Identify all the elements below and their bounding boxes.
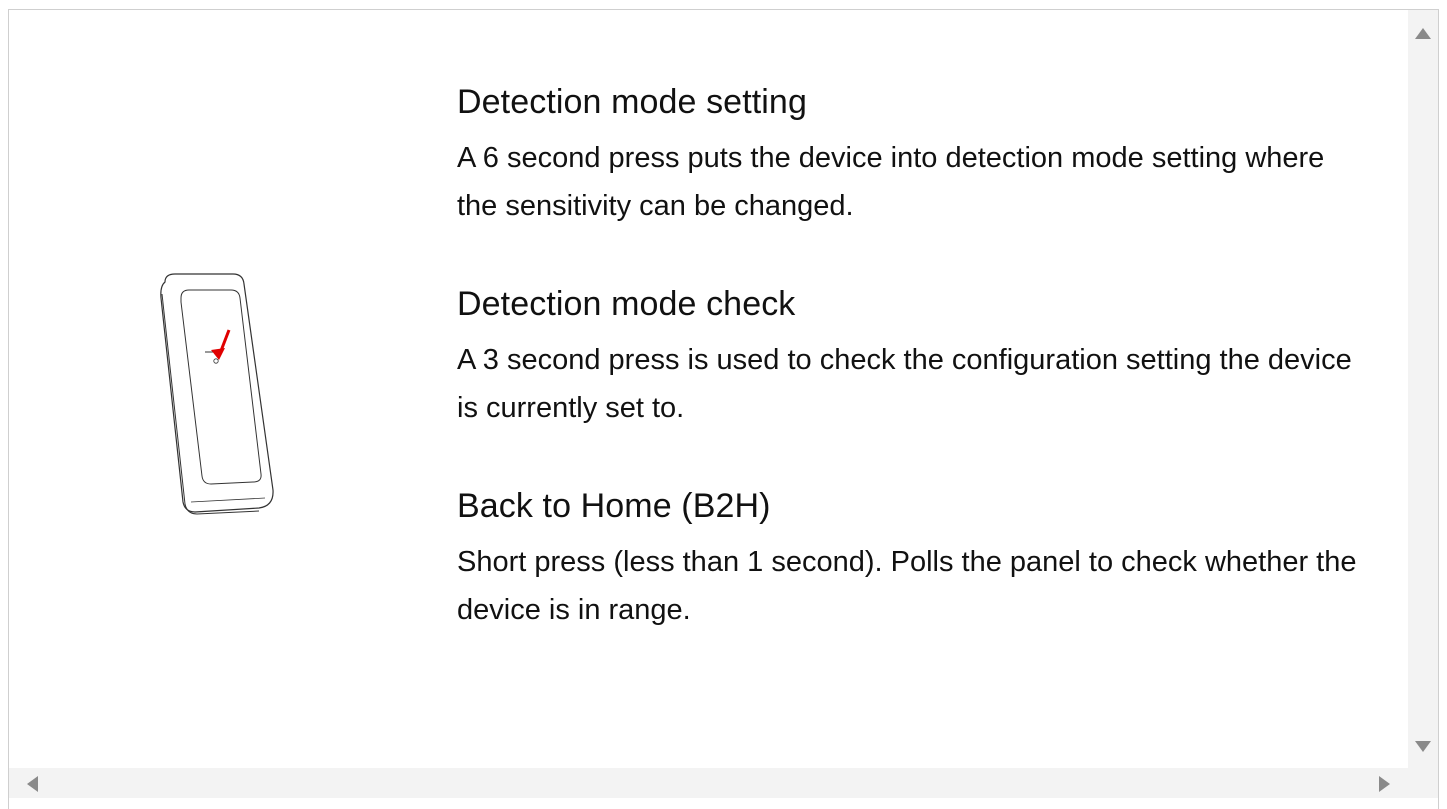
horizontal-scrollbar[interactable] [9,768,1409,798]
section-title: Back to Home (B2H) [457,487,771,525]
scroll-viewport: Detection mode setting A 6 second press … [9,10,1409,768]
section-back-to-home: Back to Home (B2H) Short press (less tha… [457,484,1377,634]
scroll-down-arrow-icon[interactable] [1415,741,1431,752]
door-sensor-device-icon [160,273,274,515]
instructions-list: Detection mode setting A 6 second press … [457,80,1377,686]
section-detection-mode-setting: Detection mode setting A 6 second press … [457,80,1377,230]
scroll-up-arrow-icon[interactable] [1415,28,1431,39]
scroll-left-arrow-icon[interactable] [27,776,38,792]
section-title: Detection mode setting [457,83,807,121]
scrollbar-corner [1408,768,1438,798]
vertical-scrollbar[interactable] [1408,10,1438,768]
section-detection-mode-check: Detection mode check A 3 second press is… [457,282,1377,432]
section-description: A 6 second press puts the device into de… [457,142,1325,222]
section-title: Detection mode check [457,285,796,323]
section-description: A 3 second press is used to check the co… [457,344,1352,424]
content-frame: Detection mode setting A 6 second press … [8,9,1439,809]
section-description: Short press (less than 1 second). Polls … [457,546,1357,626]
scroll-right-arrow-icon[interactable] [1379,776,1390,792]
press-arrow-icon [211,329,231,360]
